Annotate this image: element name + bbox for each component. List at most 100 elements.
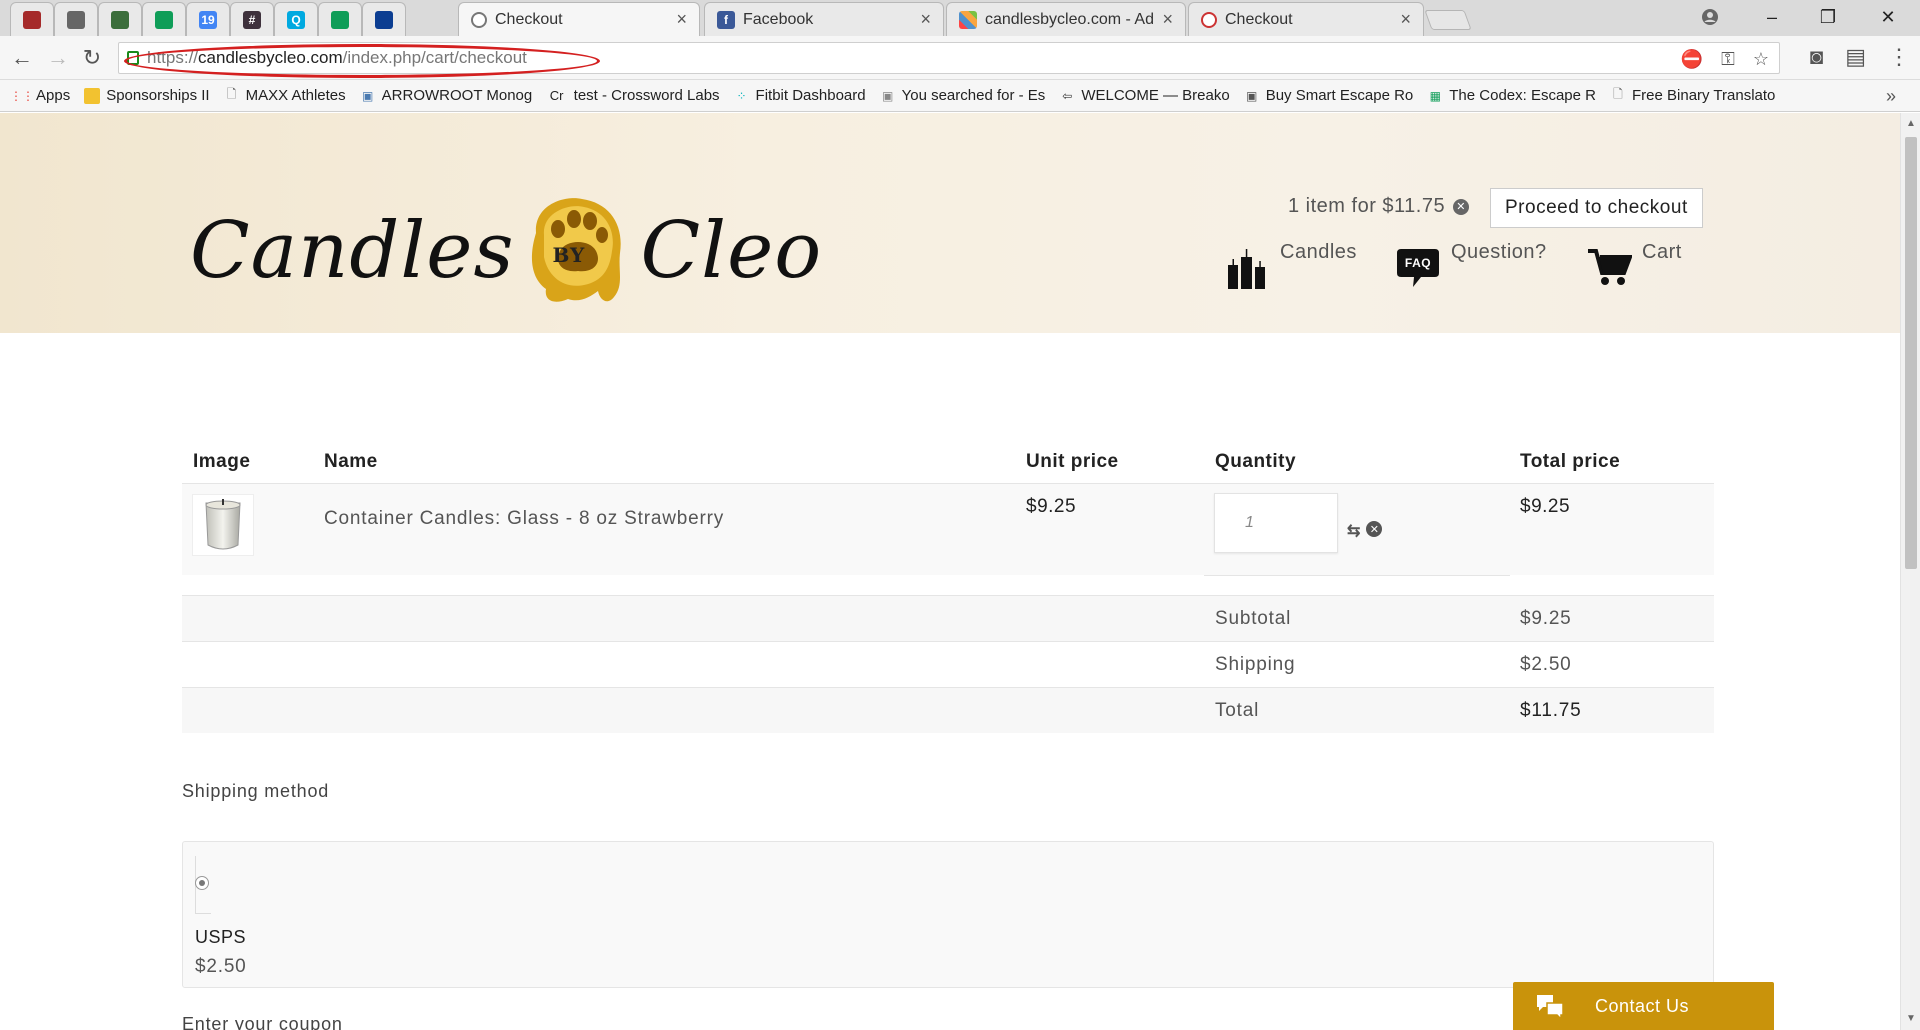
site-icon: ▣ xyxy=(361,88,374,103)
bookmark-item[interactable]: 🗋 Free Binary Translato xyxy=(1610,87,1775,104)
bookmark-label: The Codex: Escape R xyxy=(1449,87,1596,104)
update-quantity-icon[interactable]: ⇆ xyxy=(1347,521,1360,541)
image-icon xyxy=(111,10,129,29)
product-thumbnail[interactable] xyxy=(192,494,254,556)
tab-close-icon[interactable]: × xyxy=(1162,9,1173,30)
bookmark-item[interactable]: ▣ You searched for - Es xyxy=(880,87,1045,104)
new-tab-button[interactable] xyxy=(1424,10,1472,30)
total-row: Total $11.75 xyxy=(182,687,1714,733)
extension-icon[interactable]: ▤ xyxy=(1845,44,1866,70)
profile-icon[interactable] xyxy=(1682,0,1738,34)
sheets-icon xyxy=(331,10,349,29)
minicart-text: 1 item for $11.75 xyxy=(1288,195,1446,217)
proceed-to-checkout-button[interactable]: Proceed to checkout xyxy=(1490,188,1703,228)
back-button[interactable]: ← xyxy=(8,44,36,72)
pinned-tab[interactable] xyxy=(98,2,142,36)
tab-facebook[interactable]: f Facebook × xyxy=(704,2,944,36)
bookmark-label: Buy Smart Escape Ro xyxy=(1265,87,1414,104)
bookmark-item[interactable]: 🗋 MAXX Athletes xyxy=(224,87,346,104)
bookmark-item[interactable]: ▦ The Codex: Escape R xyxy=(1427,87,1596,104)
joomla-icon xyxy=(959,10,977,29)
tab-close-icon[interactable]: × xyxy=(920,9,931,30)
cart-table: Image Name Unit price Quantity Total pri… xyxy=(182,446,1714,733)
bookmark-item[interactable]: ▣ Buy Smart Escape Ro xyxy=(1244,87,1414,104)
logo-word-cleo: Cleo xyxy=(640,206,823,296)
item-total-price: $9.25 xyxy=(1520,496,1571,517)
camera-icon[interactable]: ◙ xyxy=(1810,44,1823,70)
nasa-icon xyxy=(375,10,393,29)
tab-close-icon[interactable]: × xyxy=(676,9,687,30)
nav-question[interactable]: FAQ Question? xyxy=(1395,241,1547,289)
contact-us-label: Contact Us xyxy=(1595,995,1690,1016)
tab-close-icon[interactable]: × xyxy=(1400,9,1411,30)
bookmark-item[interactable]: Sponsorships II xyxy=(84,87,210,104)
web-icon xyxy=(471,11,487,28)
tab-title: Checkout xyxy=(495,10,563,28)
product-name[interactable]: Container Candles: Glass - 8 oz Strawber… xyxy=(324,508,724,530)
shipping-carrier[interactable]: USPS xyxy=(195,927,246,948)
tab-title: Facebook xyxy=(743,10,814,28)
col-name: Name xyxy=(324,451,378,472)
scrollbar-thumb[interactable] xyxy=(1905,137,1917,569)
pinned-tab[interactable] xyxy=(318,2,362,36)
scroll-down-icon[interactable]: ▼ xyxy=(1901,1010,1920,1028)
candle-jar-image xyxy=(205,499,241,550)
bookmark-item[interactable]: ⇦ WELCOME — Breako xyxy=(1059,87,1229,104)
blocked-icon[interactable]: ⛔ xyxy=(1681,49,1703,70)
remove-item-icon[interactable]: ✕ xyxy=(1366,521,1383,537)
star-icon[interactable]: ☆ xyxy=(1753,49,1769,70)
pinned-tab[interactable]: 19 xyxy=(186,2,230,36)
shipping-method-box: USPS $2.50 xyxy=(182,841,1714,988)
chat-bubbles-icon xyxy=(1537,995,1564,1019)
sheets-icon xyxy=(155,10,173,29)
menu-icon[interactable]: ⋮ xyxy=(1888,44,1910,70)
tab-checkout[interactable]: Checkout × xyxy=(1188,2,1424,36)
site-header: Candles BY Cleo 1 item for $11.75 ✕ Proc… xyxy=(0,113,1900,333)
minimize-button[interactable]: – xyxy=(1744,0,1800,34)
faq-badge-text: FAQ xyxy=(1405,256,1431,270)
bookmark-label: MAXX Athletes xyxy=(245,87,346,104)
scroll-up-icon[interactable]: ▲ xyxy=(1901,115,1920,133)
key-icon[interactable]: ⚿ xyxy=(1721,49,1735,70)
minicart-summary: 1 item for $11.75 ✕ xyxy=(1288,195,1510,218)
nav-candles[interactable]: Candles xyxy=(1224,241,1357,289)
bookmark-item[interactable]: ▣ ARROWROOT Monog xyxy=(360,87,532,104)
page-icon: 🗋 xyxy=(1613,87,1623,101)
nav-question-label: Question? xyxy=(1451,241,1547,263)
contact-us-button[interactable]: Contact Us xyxy=(1513,982,1774,1030)
pinned-tab[interactable] xyxy=(54,2,98,36)
pinned-tab[interactable]: # xyxy=(230,2,274,36)
nav-candles-label: Candles xyxy=(1280,241,1357,263)
tab-strip: 19 # Q Checkout × f Facebook × candlesbycl… xyxy=(0,0,1920,36)
pinned-tab[interactable] xyxy=(142,2,186,36)
restore-button[interactable]: ❐ xyxy=(1800,0,1856,34)
tab-checkout-active[interactable]: Checkout × xyxy=(458,2,700,36)
tab-admin[interactable]: candlesbycleo.com - Adm × xyxy=(946,2,1186,36)
reload-button[interactable]: ↻ xyxy=(78,44,106,72)
bookmarks-overflow-icon[interactable]: » xyxy=(1886,86,1896,107)
shipping-value: $2.50 xyxy=(1520,654,1572,675)
bookmark-item[interactable]: ⁘ Fitbit Dashboard xyxy=(734,87,866,104)
web-icon xyxy=(1201,11,1217,28)
quantity-input[interactable]: 1 xyxy=(1214,493,1338,553)
shipping-radio-usps[interactable] xyxy=(195,876,209,890)
pinned-tab[interactable]: Q xyxy=(274,2,318,36)
pinned-tab[interactable] xyxy=(10,2,54,36)
page-scrollbar[interactable]: ▲ ▼ xyxy=(1900,113,1920,1030)
bookmark-label: Free Binary Translato xyxy=(1632,87,1776,104)
close-window-button[interactable]: ✕ xyxy=(1860,0,1916,34)
breakout-icon: ⇦ xyxy=(1062,88,1073,103)
tab-title: candlesbycleo.com - Adm xyxy=(985,10,1155,28)
document-icon xyxy=(67,10,85,29)
bookmark-item[interactable]: ⋮⋮ Apps xyxy=(14,87,70,104)
pinned-tab[interactable] xyxy=(362,2,406,36)
nav-cart[interactable]: Cart xyxy=(1586,241,1682,289)
subtotal-label: Subtotal xyxy=(1215,608,1292,629)
bookmark-label: Fitbit Dashboard xyxy=(755,87,866,104)
site-logo[interactable]: Candles BY Cleo xyxy=(190,193,822,309)
clear-cart-icon[interactable]: ✕ xyxy=(1453,198,1470,215)
folder-icon xyxy=(84,87,101,104)
forward-button[interactable]: → xyxy=(44,44,72,72)
bookmark-item[interactable]: Cr test - Crossword Labs xyxy=(546,87,720,104)
sheets-icon: ▦ xyxy=(1429,88,1441,103)
